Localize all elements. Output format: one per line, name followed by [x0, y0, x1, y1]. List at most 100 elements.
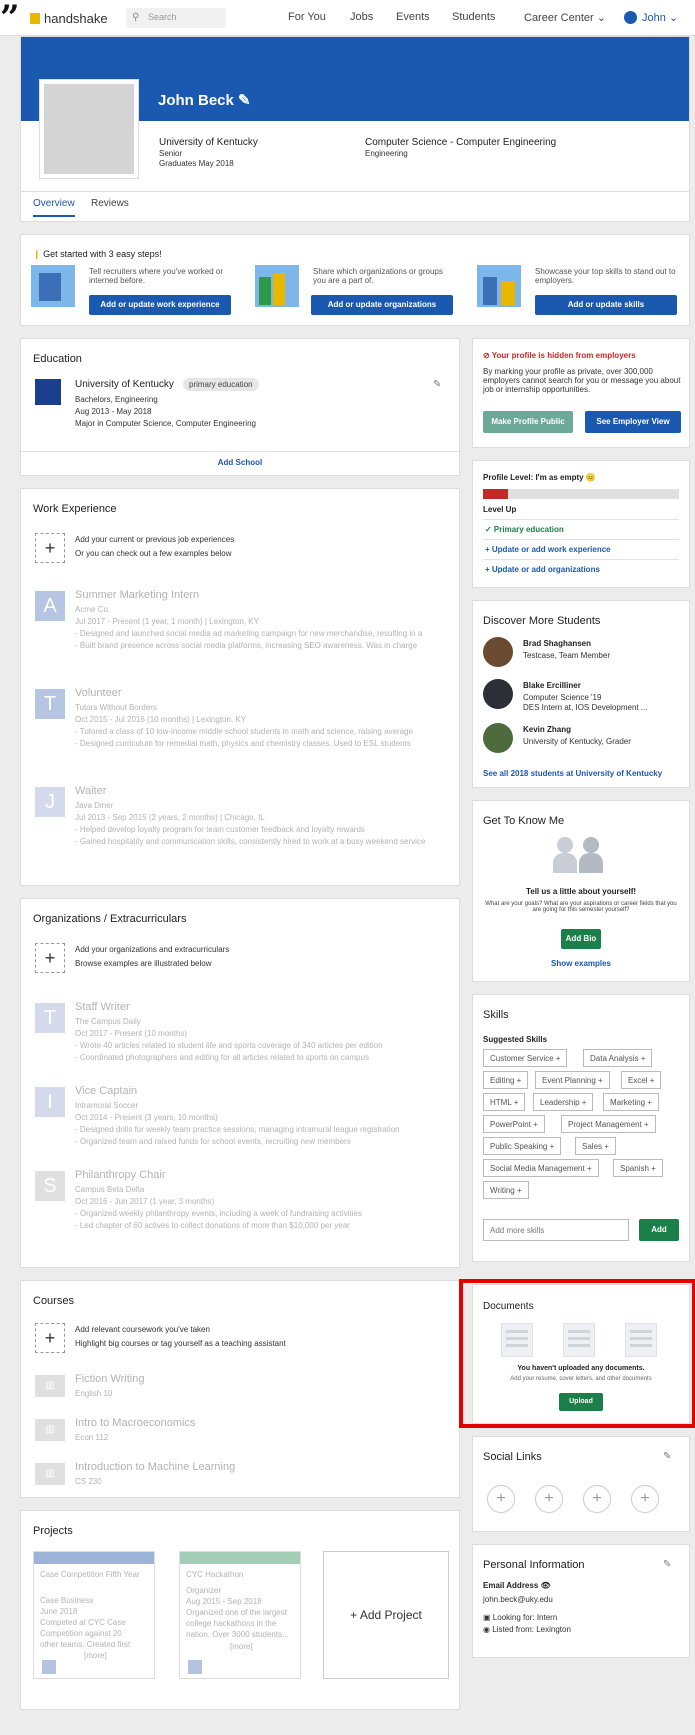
documents-highlight-box [459, 1279, 695, 1428]
skill-tag[interactable]: Public Speaking + [483, 1137, 562, 1155]
org-item-line: - Led chapter of 60 actives to collect d… [75, 1221, 350, 1230]
organizations-prompt[interactable]: Add your organizations and extracurricul… [75, 945, 229, 954]
level-up-label: Level Up [483, 505, 517, 514]
nav-career-center[interactable]: Career Center ⌄ [524, 11, 606, 24]
project-more-link[interactable]: [more] [230, 1642, 253, 1651]
student-avatar[interactable] [483, 679, 513, 709]
nav-jobs[interactable]: Jobs [350, 11, 373, 23]
nav-students[interactable]: Students [452, 11, 495, 23]
project-card[interactable]: CYC Hackathon Organizer Aug 2015 - Sep 2… [179, 1551, 301, 1679]
org-item-org: The Campus Daily [75, 1017, 141, 1026]
org-item-dates: Oct 2016 - Jun 2017 (1 year, 3 months) [75, 1197, 215, 1206]
get-to-know-me-card: Get To Know Me Tell us a little about yo… [472, 800, 690, 982]
org-item-title: Philanthropy Chair [75, 1169, 166, 1181]
project-card[interactable]: Case Competition Fifth Year Case Busines… [33, 1551, 155, 1679]
handshake-logo[interactable]: handshake [44, 11, 108, 26]
edit-personal-info-icon[interactable]: ✎ [663, 1559, 671, 1570]
email-label: Email Address 👁 [483, 1581, 551, 1590]
work-hint: Or you can check out a few examples belo… [75, 549, 232, 558]
add-skill-button[interactable]: Add [639, 1219, 679, 1241]
make-profile-public-button[interactable]: Make Profile Public [483, 411, 573, 433]
add-social-link-icon[interactable]: + [631, 1485, 659, 1513]
edit-social-links-icon[interactable]: ✎ [663, 1451, 671, 1462]
project-title: Case Competition Fifth Year [40, 1570, 140, 1579]
checklist-primary-education[interactable]: ✓ Primary education [485, 525, 564, 534]
course-title: Introduction to Machine Learning [75, 1461, 236, 1473]
skill-tag[interactable]: Social Media Management + [483, 1159, 599, 1177]
work-item-logo: T [35, 689, 65, 719]
skill-tag[interactable]: Editing + [483, 1071, 529, 1089]
project-line: Case Business [40, 1596, 94, 1605]
user-avatar-icon[interactable] [624, 11, 637, 24]
profile-photo[interactable] [39, 79, 139, 179]
student-avatar[interactable] [483, 723, 513, 753]
student-sub: DES Intern at, IOS Development ... [523, 703, 648, 712]
add-organization-plus-icon[interactable]: + [35, 943, 65, 973]
add-bio-button[interactable]: Add Bio [561, 929, 601, 949]
checklist-organizations[interactable]: + Update or add organizations [485, 565, 600, 574]
handshake-logo-icon[interactable] [30, 13, 40, 24]
skill-tag[interactable]: Spanish + [613, 1159, 663, 1177]
skill-tag[interactable]: HTML + [483, 1093, 526, 1111]
edit-pencil-icon[interactable]: ✎ [238, 92, 251, 109]
work-item-line: - Built brand presence across social med… [75, 641, 418, 650]
org-item-title: Staff Writer [75, 1001, 130, 1013]
see-all-students-link[interactable]: See all 2018 students at University of K… [483, 769, 662, 778]
checklist-work-experience[interactable]: + Update or add work experience [485, 545, 611, 554]
add-project-button[interactable]: + Add Project [323, 1551, 449, 1679]
organizations-title: Organizations / Extracurriculars [33, 913, 187, 925]
add-social-link-icon[interactable]: + [535, 1485, 563, 1513]
project-title: CYC Hackathon [186, 1570, 244, 1579]
edit-education-icon[interactable]: ✎ [433, 379, 441, 390]
student-avatar[interactable] [483, 637, 513, 667]
skills-illustration [477, 265, 521, 307]
profile-name: John Beck ✎ [158, 92, 251, 109]
add-school-link[interactable]: Add School [21, 458, 459, 467]
add-skill-input[interactable] [483, 1219, 629, 1241]
nav-for-you[interactable]: For You [288, 11, 326, 23]
organizations-illustration [255, 265, 299, 307]
primary-education-badge: primary education [183, 378, 259, 391]
work-prompt[interactable]: Add your current or previous job experie… [75, 535, 234, 544]
add-work-plus-icon[interactable]: + [35, 533, 65, 563]
projects-card: Projects Case Competition Fifth Year Cas… [20, 1510, 460, 1710]
tab-overview[interactable]: Overview [33, 198, 75, 217]
student-name[interactable]: Blake Ercilliner [523, 681, 581, 690]
skill-tag[interactable]: Writing + [483, 1181, 529, 1199]
nav-user-menu[interactable]: John ⌄ [642, 11, 678, 24]
skill-tag[interactable]: Event Planning + [535, 1071, 610, 1089]
step-work-text: Tell recruiters where you've worked or i… [89, 267, 224, 285]
skill-tag[interactable]: Sales + [575, 1137, 616, 1155]
nav-events[interactable]: Events [396, 11, 430, 23]
add-project-label: + Add Project [350, 1608, 422, 1622]
courses-hint: Highlight big courses or tag yourself as… [75, 1339, 286, 1348]
add-skills-button[interactable]: Add or update skills [535, 295, 677, 315]
org-item-title: Vice Captain [75, 1085, 138, 1097]
courses-prompt[interactable]: Add relevant coursework you've taken [75, 1325, 210, 1334]
discover-students-card: Discover More Students Brad Shaghansen T… [472, 600, 690, 788]
add-work-experience-button[interactable]: Add or update work experience [89, 295, 231, 315]
location-icon: ◉ [483, 1625, 490, 1634]
work-item-line: - Designed and launched social media ad … [75, 629, 423, 638]
see-employer-view-button[interactable]: See Employer View [585, 411, 681, 433]
skill-tag[interactable]: Customer Service + [483, 1049, 568, 1067]
project-more-link[interactable]: [more] [84, 1651, 107, 1660]
show-examples-link[interactable]: Show examples [473, 959, 689, 968]
student-name[interactable]: Brad Shaghansen [523, 639, 591, 648]
add-course-plus-icon[interactable]: + [35, 1323, 65, 1353]
add-organizations-button[interactable]: Add or update organizations [311, 295, 453, 315]
search-input[interactable]: ⚲ Search [126, 8, 226, 28]
skill-tag[interactable]: Data Analysis + [583, 1049, 653, 1067]
skill-tag[interactable]: PowerPoint + [483, 1115, 545, 1133]
skill-tag[interactable]: Leadership + [533, 1093, 594, 1111]
add-social-link-icon[interactable]: + [583, 1485, 611, 1513]
add-social-link-icon[interactable]: + [487, 1485, 515, 1513]
skill-tag[interactable]: Excel + [621, 1071, 662, 1089]
profile-level: Senior [159, 149, 183, 158]
tab-reviews[interactable]: Reviews [91, 198, 129, 209]
skill-tag[interactable]: Marketing + [603, 1093, 660, 1111]
skill-tag[interactable]: Project Management + [561, 1115, 656, 1133]
student-name[interactable]: Kevin Zhang [523, 725, 571, 734]
work-item-line: - Tutored a class of 10 low-income middl… [75, 727, 413, 736]
know-me-title: Get To Know Me [483, 815, 565, 827]
